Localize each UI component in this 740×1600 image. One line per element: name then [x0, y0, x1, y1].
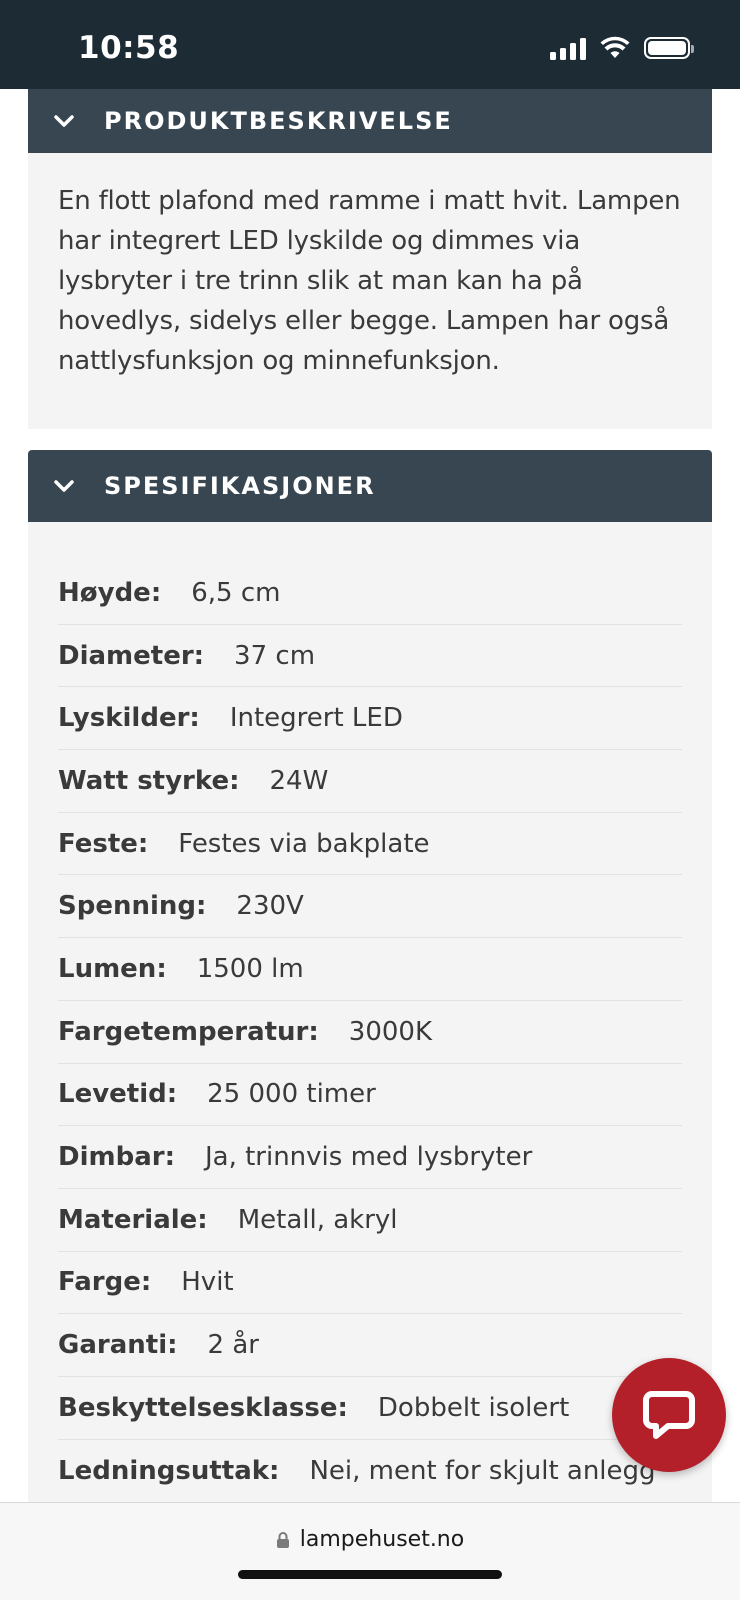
- spec-key: Spenning:: [58, 891, 207, 922]
- spec-row: Høyde: 6,5 cm: [58, 562, 682, 625]
- spec-key: Materiale:: [58, 1204, 208, 1235]
- status-bar: 10:58: [0, 0, 740, 89]
- spec-list: Høyde: 6,5 cm Diameter: 37 cm Lyskilder: Inte…: [28, 522, 712, 1502]
- cellular-signal-icon: [550, 36, 586, 60]
- spec-row: Diameter: 37 cm: [58, 625, 682, 688]
- spec-row: Spenning: 230V: [58, 875, 682, 939]
- spec-value: 3000K: [348, 1016, 432, 1047]
- spec-key: Lyskilder:: [58, 703, 200, 734]
- description-header[interactable]: PRODUKTBESKRIVELSE: [28, 89, 712, 153]
- spec-key: Watt styrke:: [58, 765, 240, 796]
- spec-value: Festes via bakplate: [178, 828, 430, 859]
- chat-button[interactable]: [612, 1358, 726, 1472]
- spec-value: Integrert LED: [229, 703, 403, 734]
- specifications-header-label: SPESIFIKASJONER: [104, 472, 376, 500]
- spec-value: 230V: [236, 891, 304, 922]
- description-text: En flott plafond med ramme i matt hvit. …: [58, 186, 681, 376]
- url-text: lampehuset.no: [299, 1527, 465, 1552]
- chevron-down-icon: [54, 114, 94, 128]
- spec-value: Ja, trinnvis med lysbryter: [204, 1142, 533, 1173]
- home-indicator: [238, 1570, 502, 1579]
- chevron-down-icon: [54, 479, 94, 493]
- spec-row: Watt styrke: 24W: [58, 750, 682, 813]
- spec-value: 24W: [269, 765, 329, 796]
- spec-value: 2 år: [207, 1330, 259, 1361]
- spec-value: 6,5 cm: [191, 577, 281, 608]
- browser-bottom-bar: lampehuset.no: [0, 1502, 740, 1600]
- specifications-body: Høyde: 6,5 cm Diameter: 37 cm Lyskilder: Inte…: [28, 522, 712, 1502]
- battery-icon: [644, 37, 694, 59]
- spec-key: Fargetemperatur:: [58, 1016, 319, 1047]
- spec-row: Lyskilder: Integrert LED: [58, 687, 682, 751]
- spec-key: Beskyttelsesklasse:: [58, 1392, 348, 1423]
- spec-key: Farge:: [58, 1267, 152, 1298]
- spec-value: Nei, ment for skjult anlegg: [309, 1455, 656, 1486]
- spec-row: Farge: Hvit: [58, 1252, 682, 1315]
- spec-key: Diameter:: [58, 640, 205, 671]
- spec-value: 37 cm: [234, 640, 316, 671]
- spec-key: Ledningsuttak:: [58, 1455, 280, 1486]
- spec-key: Lumen:: [58, 953, 167, 984]
- spec-value: Hvit: [181, 1267, 234, 1298]
- spec-value: 25 000 timer: [207, 1079, 376, 1110]
- specifications-header[interactable]: SPESIFIKASJONER: [28, 450, 712, 522]
- spec-key: Levetid:: [58, 1079, 178, 1110]
- url-display[interactable]: lampehuset.no: [0, 1527, 740, 1552]
- spec-row: Garanti: 2 år: [58, 1314, 682, 1377]
- spec-value: Metall, akryl: [237, 1204, 398, 1235]
- spec-key: Dimbar:: [58, 1142, 175, 1173]
- page-content: PRODUKTBESKRIVELSE En flott plafond med …: [0, 89, 740, 1502]
- spec-key: Høyde:: [58, 577, 162, 608]
- spec-row: Fargetemperatur: 3000K: [58, 1001, 682, 1064]
- description-body: En flott plafond med ramme i matt hvit. …: [28, 153, 712, 429]
- wifi-icon: [600, 36, 630, 58]
- spec-value: 1500 lm: [196, 953, 304, 984]
- spec-row: Feste: Festes via bakplate: [58, 813, 682, 876]
- description-header-label: PRODUKTBESKRIVELSE: [104, 107, 453, 135]
- spec-row: Materiale: Metall, akryl: [58, 1189, 682, 1252]
- chat-bubble-icon: [643, 1391, 695, 1439]
- status-time: 10:58: [78, 30, 180, 66]
- spec-row: Dimbar: Ja, trinnvis med lysbryter: [58, 1126, 682, 1189]
- spec-row: Levetid: 25 000 timer: [58, 1064, 682, 1127]
- spec-row: Lumen: 1500 lm: [58, 938, 682, 1001]
- spec-row: Ledningsuttak: Nei, ment for skjult anleg…: [58, 1440, 682, 1502]
- spec-row: Beskyttelsesklasse: Dobbelt isolert: [58, 1377, 682, 1440]
- spec-key: Garanti:: [58, 1330, 178, 1361]
- status-icons: [550, 36, 694, 60]
- spec-key: Feste:: [58, 828, 149, 859]
- spec-value: Dobbelt isolert: [377, 1392, 570, 1423]
- lock-icon: [276, 1531, 289, 1548]
